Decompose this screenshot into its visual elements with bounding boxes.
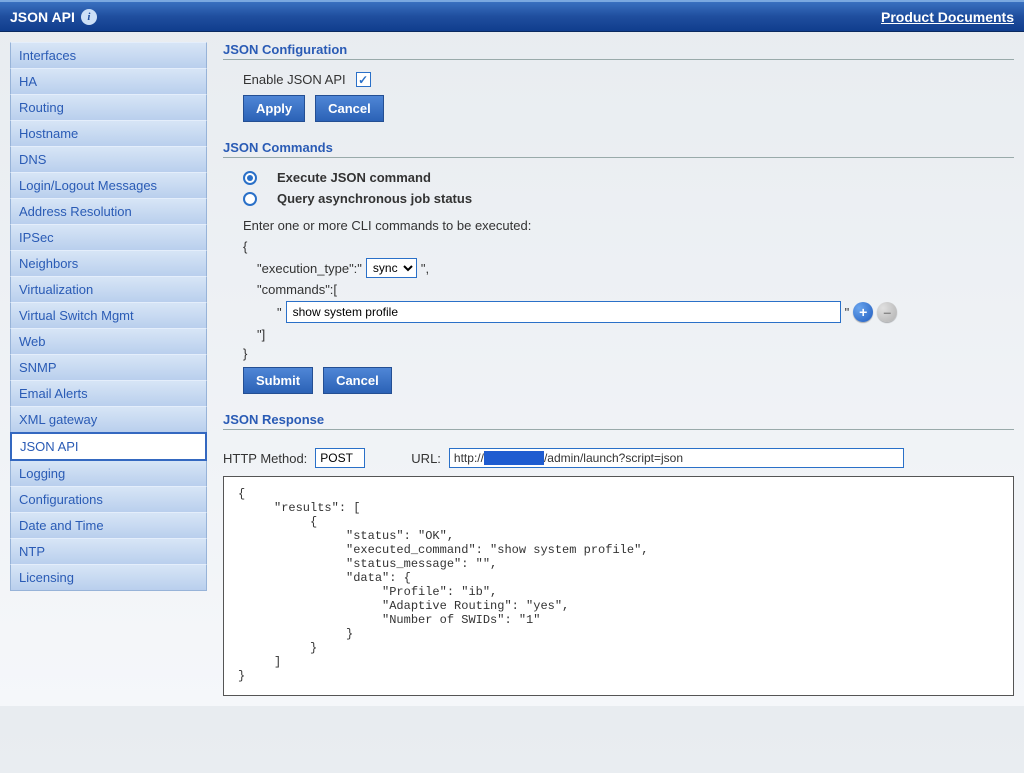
section-json-commands: JSON Commands [223, 140, 1014, 158]
product-documents-link[interactable]: Product Documents [881, 9, 1014, 25]
topbar-left: JSON API i [10, 9, 97, 25]
url-suffix: /admin/launch?script=json [544, 451, 683, 465]
sidebar-item-xml-gateway[interactable]: XML gateway [10, 406, 207, 433]
command-input[interactable] [286, 301, 841, 323]
exec-type-key: "execution_type":" [257, 261, 362, 276]
radio-execute-label: Execute JSON command [277, 170, 431, 185]
http-method-input[interactable] [315, 448, 365, 468]
commands-key: "commands":[ [243, 282, 1014, 297]
section-json-response: JSON Response [223, 412, 1014, 430]
sidebar-item-ntp[interactable]: NTP [10, 538, 207, 565]
url-input[interactable]: http:// /admin/launch?script=json [449, 448, 904, 468]
sidebar-item-web[interactable]: Web [10, 328, 207, 355]
sidebar-item-hostname[interactable]: Hostname [10, 120, 207, 147]
cli-prompt: Enter one or more CLI commands to be exe… [243, 218, 1014, 233]
url-label: URL: [411, 451, 441, 466]
enable-json-label: Enable JSON API [243, 72, 346, 87]
cmd-open-quote: " [277, 305, 282, 320]
radio-execute-command[interactable] [243, 171, 257, 185]
sidebar-item-virtualization[interactable]: Virtualization [10, 276, 207, 303]
sidebar-item-routing[interactable]: Routing [10, 94, 207, 121]
sidebar-item-virtual-switch-mgmt[interactable]: Virtual Switch Mgmt [10, 302, 207, 329]
info-icon[interactable]: i [81, 9, 97, 25]
sidebar-item-configurations[interactable]: Configurations [10, 486, 207, 513]
sidebar-item-neighbors[interactable]: Neighbors [10, 250, 207, 277]
sidebar-item-email-alerts[interactable]: Email Alerts [10, 380, 207, 407]
enable-json-checkbox[interactable] [356, 72, 371, 87]
page-title: JSON API [10, 9, 75, 25]
commands-bracket-close: "] [243, 327, 1014, 342]
execution-type-select[interactable]: sync [366, 258, 417, 278]
sidebar-item-interfaces[interactable]: Interfaces [10, 42, 207, 69]
sidebar-item-snmp[interactable]: SNMP [10, 354, 207, 381]
topbar: JSON API i Product Documents [0, 0, 1024, 32]
apply-button[interactable]: Apply [243, 95, 305, 122]
http-method-label: HTTP Method: [223, 451, 307, 466]
response-body: { "results": [ { "status": "OK", "execut… [223, 476, 1014, 696]
sidebar: InterfacesHARoutingHostnameDNSLogin/Logo… [10, 42, 207, 696]
radio-query-status[interactable] [243, 192, 257, 206]
sidebar-item-licensing[interactable]: Licensing [10, 564, 207, 591]
url-prefix: http:// [454, 451, 484, 465]
remove-command-icon[interactable]: – [877, 302, 897, 322]
cancel-button[interactable]: Cancel [315, 95, 384, 122]
topbar-right: Product Documents [881, 9, 1014, 25]
section-json-configuration: JSON Configuration [223, 42, 1014, 60]
radio-query-label: Query asynchronous job status [277, 191, 472, 206]
sidebar-item-date-and-time[interactable]: Date and Time [10, 512, 207, 539]
json-brace-close: } [243, 346, 1014, 361]
add-command-icon[interactable]: + [853, 302, 873, 322]
sidebar-item-dns[interactable]: DNS [10, 146, 207, 173]
json-brace-open: { [243, 239, 1014, 254]
sidebar-item-ipsec[interactable]: IPSec [10, 224, 207, 251]
sidebar-item-json-api[interactable]: JSON API [10, 432, 207, 461]
submit-button[interactable]: Submit [243, 367, 313, 394]
sidebar-item-logging[interactable]: Logging [10, 460, 207, 487]
main-content: JSON Configuration Enable JSON API Apply… [223, 42, 1014, 696]
sidebar-item-ha[interactable]: HA [10, 68, 207, 95]
cancel-commands-button[interactable]: Cancel [323, 367, 392, 394]
sidebar-item-address-resolution[interactable]: Address Resolution [10, 198, 207, 225]
cmd-close-quote: " [845, 305, 850, 320]
sidebar-item-login-logout-messages[interactable]: Login/Logout Messages [10, 172, 207, 199]
url-redacted-host [484, 451, 544, 465]
exec-type-tail: ", [421, 261, 429, 276]
